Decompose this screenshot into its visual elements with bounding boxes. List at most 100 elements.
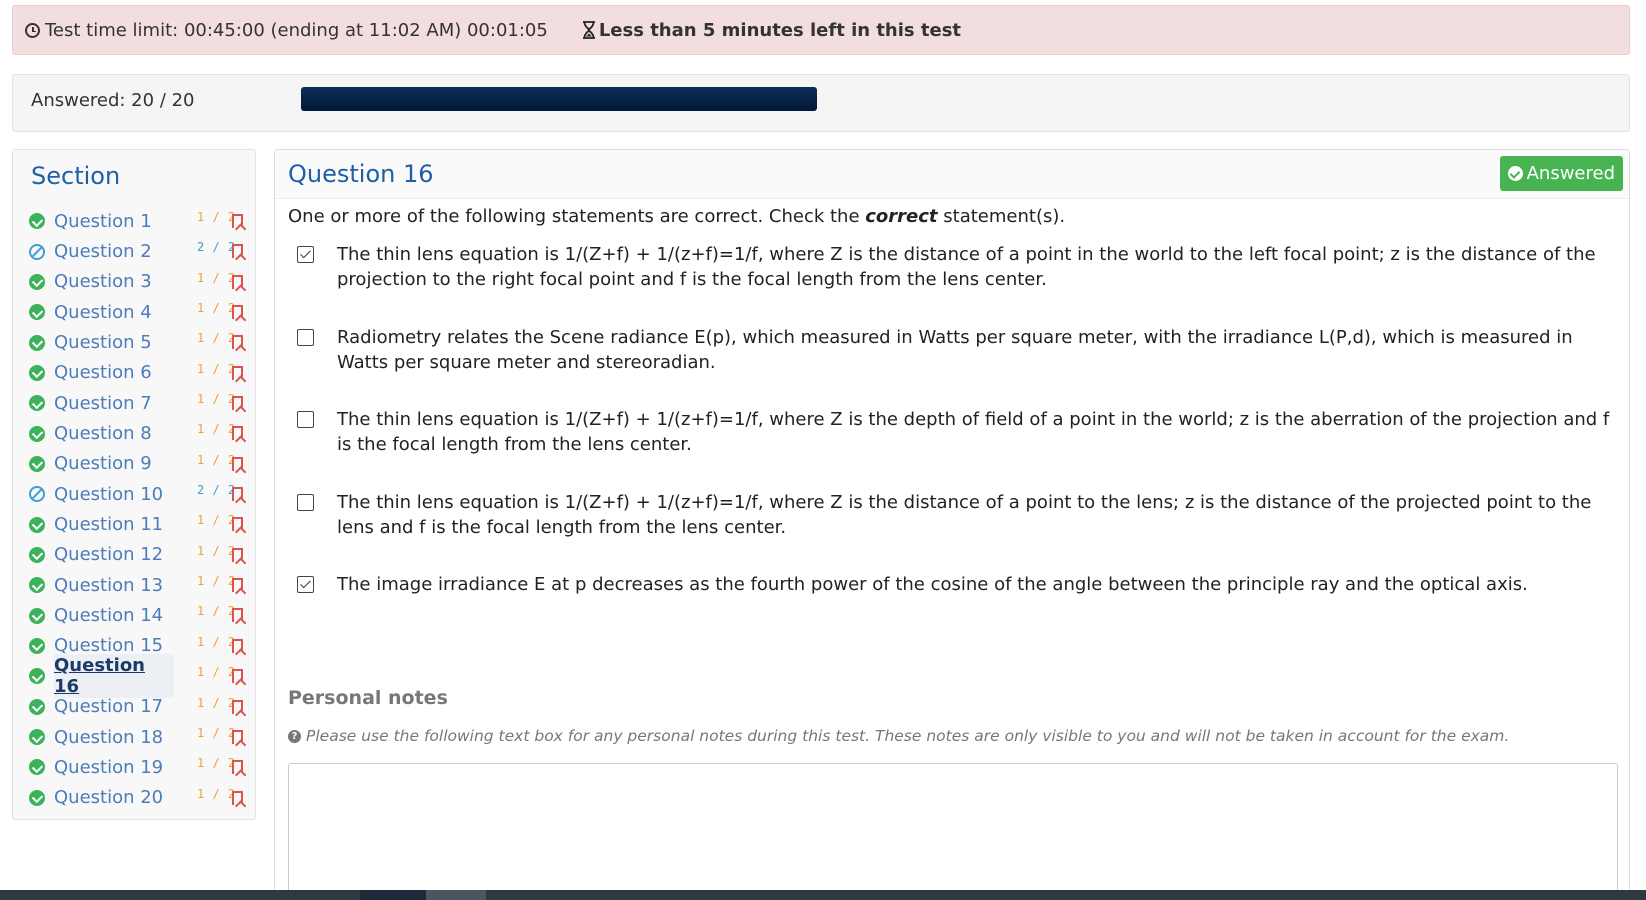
sidebar-item-label[interactable]: Question 14 xyxy=(54,604,174,627)
sidebar-item-question-1[interactable]: Question 1 1 / 2 xyxy=(29,206,251,236)
sidebar-item-question-20[interactable]: Question 20 1 / 2 xyxy=(29,783,251,813)
bookmark-icon[interactable] xyxy=(232,365,243,380)
sidebar-item-question-2[interactable]: Question 2 2 / 2 xyxy=(29,236,251,266)
sidebar-item-question-12[interactable]: Question 12 1 / 2 xyxy=(29,540,251,570)
sidebar-item-label[interactable]: Question 17 xyxy=(54,695,174,718)
check-circle-icon xyxy=(29,577,45,594)
answer-option-3[interactable]: The thin lens equation is 1/(Z+f) + 1/(z… xyxy=(297,407,1619,457)
personal-notes-hint-text: Please use the following text box for an… xyxy=(306,727,1510,745)
time-limit-text: Test time limit: 00:45:00 (ending at 11:… xyxy=(45,19,548,41)
sidebar-item-question-11[interactable]: Question 11 1 / 2 xyxy=(29,509,251,539)
sidebar-item-question-4[interactable]: Question 4 1 / 2 xyxy=(29,297,251,327)
sidebar-item-label[interactable]: Question 19 xyxy=(54,756,174,779)
bookmark-icon[interactable] xyxy=(232,760,243,775)
check-circle-icon xyxy=(29,364,45,381)
sidebar-item-question-14[interactable]: Question 14 1 / 2 xyxy=(29,600,251,630)
check-circle-icon xyxy=(29,455,45,472)
question-score: 1 / 2 xyxy=(197,392,236,407)
sidebar-item-question-9[interactable]: Question 9 1 / 2 xyxy=(29,449,251,479)
check-circle-icon xyxy=(29,668,45,685)
personal-notes-textarea[interactable] xyxy=(288,763,1618,900)
sidebar-item-label[interactable]: Question 3 xyxy=(54,270,174,293)
bookmark-icon[interactable] xyxy=(232,214,243,228)
bookmark-icon[interactable] xyxy=(232,608,243,623)
sidebar-item-label[interactable]: Question 9 xyxy=(54,452,174,475)
sidebar-item-label[interactable]: Question 2 xyxy=(54,240,174,263)
check-circle-icon xyxy=(29,273,45,290)
prompt-text-before: One or more of the following statements … xyxy=(288,206,866,227)
option-checkbox[interactable] xyxy=(297,329,314,346)
bookmark-icon[interactable] xyxy=(232,244,243,259)
sidebar-item-question-10[interactable]: Question 10 2 / 2 xyxy=(29,479,251,509)
sidebar-item-label[interactable]: Question 8 xyxy=(54,422,174,445)
answer-option-2[interactable]: Radiometry relates the Scene radiance E(… xyxy=(297,325,1619,375)
sidebar-item-question-3[interactable]: Question 3 1 / 2 xyxy=(29,267,251,297)
bookmark-icon[interactable] xyxy=(232,578,243,593)
bookmark-icon[interactable] xyxy=(232,517,243,532)
option-text: The thin lens equation is 1/(Z+f) + 1/(z… xyxy=(337,244,1596,290)
sidebar-item-label[interactable]: Question 12 xyxy=(54,543,174,566)
question-score: 1 / 2 xyxy=(197,756,236,771)
bookmark-icon[interactable] xyxy=(232,638,243,653)
taskbar-item[interactable] xyxy=(426,890,486,900)
bookmark-icon[interactable] xyxy=(232,335,243,350)
sidebar-item-label[interactable]: Question 11 xyxy=(54,513,174,536)
question-prompt: One or more of the following statements … xyxy=(288,206,1065,227)
bookmark-icon[interactable] xyxy=(232,487,243,502)
ban-icon xyxy=(29,243,45,260)
question-score: 1 / 2 xyxy=(197,634,236,649)
taskbar-item[interactable] xyxy=(360,890,426,900)
bookmark-icon[interactable] xyxy=(232,274,243,289)
option-checkbox[interactable] xyxy=(297,246,314,263)
sidebar-item-question-7[interactable]: Question 7 1 / 2 xyxy=(29,388,251,418)
question-score: 2 / 2 xyxy=(197,240,236,255)
bookmark-icon[interactable] xyxy=(232,699,243,714)
sidebar-item-question-17[interactable]: Question 17 1 / 2 xyxy=(29,692,251,722)
sidebar-item-question-5[interactable]: Question 5 1 / 2 xyxy=(29,327,251,357)
check-circle-icon xyxy=(29,425,45,442)
sidebar-item-label[interactable]: Question 10 xyxy=(54,483,174,506)
sidebar-item-label[interactable]: Question 6 xyxy=(54,361,174,384)
prompt-emphasis: correct xyxy=(865,206,938,227)
question-score: 1 / 2 xyxy=(197,665,236,680)
sidebar-item-question-16[interactable]: Question 16 1 / 2 xyxy=(29,654,251,699)
sidebar-item-question-8[interactable]: Question 8 1 / 2 xyxy=(29,418,251,448)
answer-option-4[interactable]: The thin lens equation is 1/(Z+f) + 1/(z… xyxy=(297,490,1619,540)
bookmark-icon[interactable] xyxy=(232,305,243,320)
sidebar-item-label[interactable]: Question 7 xyxy=(54,392,174,415)
answer-option-1[interactable]: The thin lens equation is 1/(Z+f) + 1/(z… xyxy=(297,242,1619,292)
sidebar-item-label[interactable]: Question 4 xyxy=(54,301,174,324)
check-circle-icon xyxy=(29,789,45,806)
progress-bar xyxy=(301,87,817,113)
bookmark-icon[interactable] xyxy=(232,396,243,411)
sidebar-item-question-13[interactable]: Question 13 1 / 2 xyxy=(29,570,251,600)
sidebar-item-question-6[interactable]: Question 6 1 / 2 xyxy=(29,358,251,388)
sidebar-item-label[interactable]: Question 18 xyxy=(54,726,174,749)
sidebar-item-label[interactable]: Question 13 xyxy=(54,574,174,597)
question-header: Question 16 Answered xyxy=(275,150,1629,199)
progress-bar-fill xyxy=(301,87,817,111)
question-list: Question 1 1 / 2 Question 2 2 / 2 Question 3… xyxy=(29,206,251,813)
check-circle-icon xyxy=(29,607,45,624)
bookmark-icon[interactable] xyxy=(232,790,243,805)
question-score: 1 / 2 xyxy=(197,452,236,467)
check-circle-icon xyxy=(29,213,45,230)
bookmark-icon[interactable] xyxy=(232,729,243,744)
option-checkbox[interactable] xyxy=(297,494,314,511)
sidebar-item-label[interactable]: Question 5 xyxy=(54,331,174,354)
option-checkbox[interactable] xyxy=(297,411,314,428)
answer-option-5[interactable]: The image irradiance E at p decreases as… xyxy=(297,572,1619,597)
option-checkbox[interactable] xyxy=(297,576,314,593)
check-circle-icon xyxy=(29,516,45,533)
sidebar-item-label[interactable]: Question 20 xyxy=(54,786,174,809)
question-score: 1 / 2 xyxy=(197,422,236,437)
bookmark-icon[interactable] xyxy=(232,456,243,471)
bookmark-icon[interactable] xyxy=(232,547,243,562)
bookmark-icon[interactable] xyxy=(232,669,243,684)
sidebar-item-label[interactable]: Question 1 xyxy=(54,210,174,233)
section-title: Section xyxy=(31,162,121,190)
check-circle-icon xyxy=(29,395,45,412)
sidebar-item-question-18[interactable]: Question 18 1 / 2 xyxy=(29,722,251,752)
sidebar-item-question-19[interactable]: Question 19 1 / 2 xyxy=(29,752,251,782)
bookmark-icon[interactable] xyxy=(232,426,243,441)
